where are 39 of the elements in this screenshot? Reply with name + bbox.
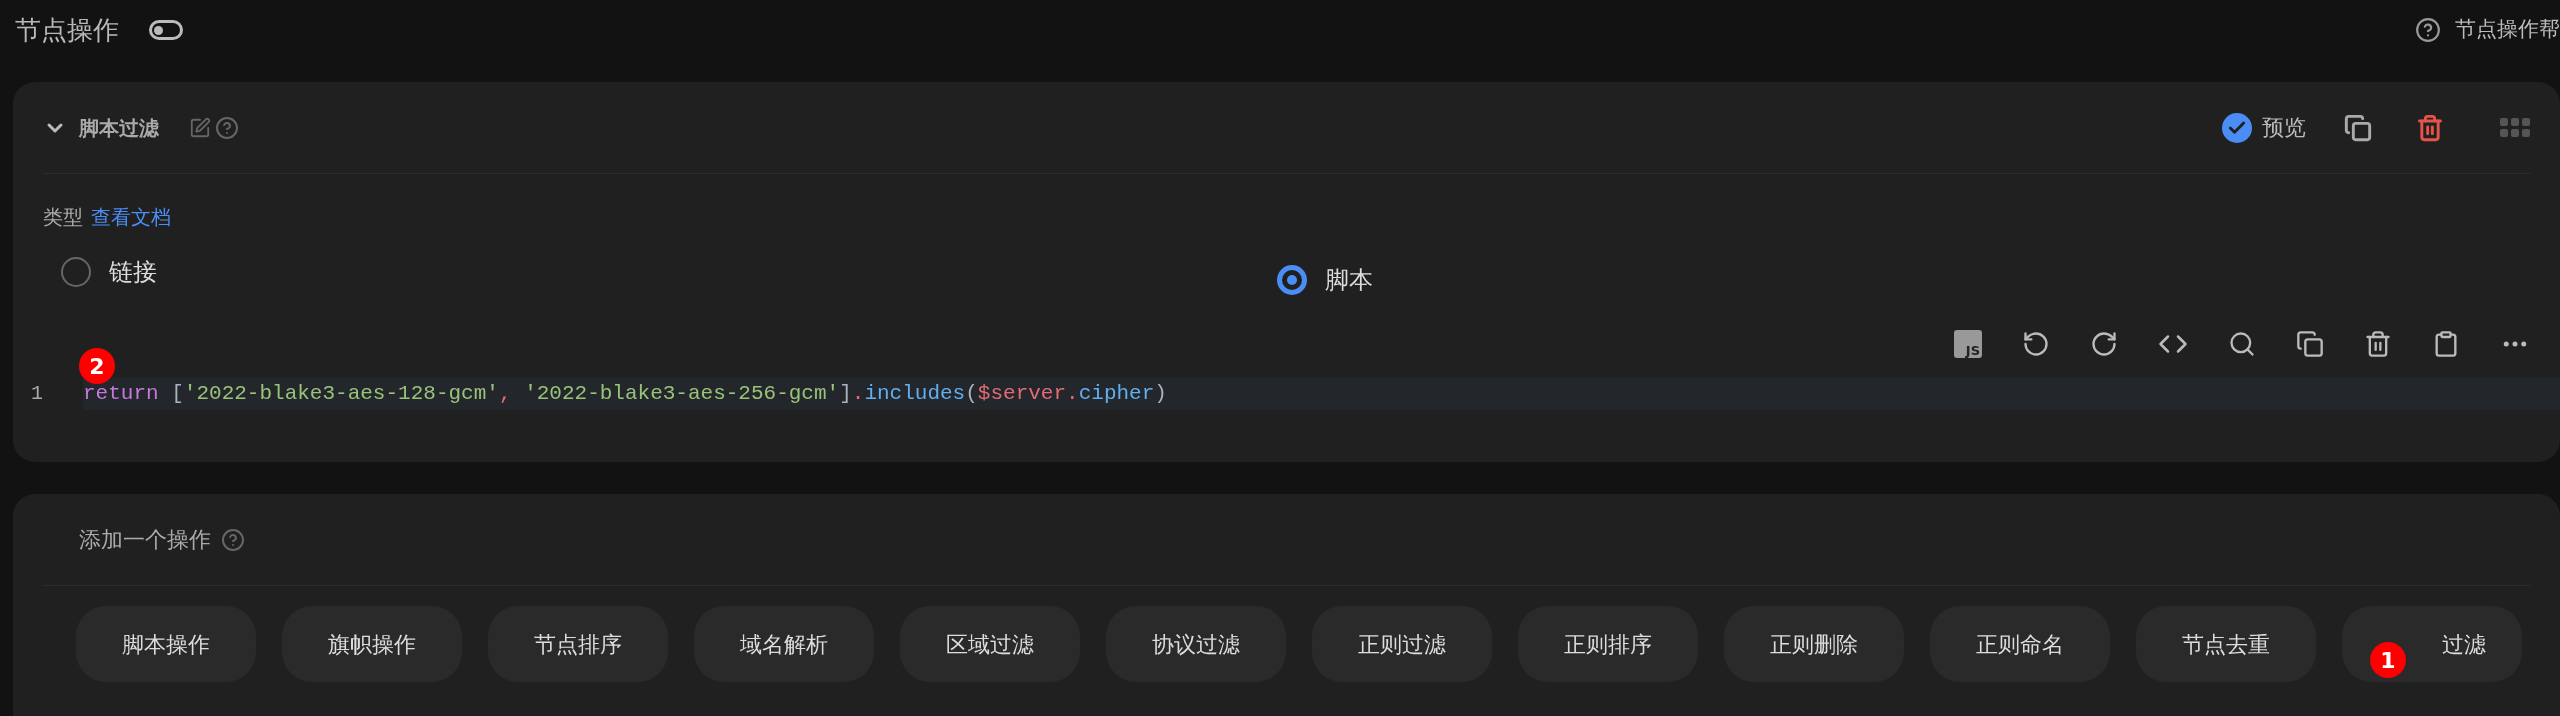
type-label: 类型 xyxy=(43,204,83,231)
undo-icon[interactable] xyxy=(2022,330,2050,358)
section-title: 添加一个操作 xyxy=(79,526,211,554)
operation-button[interactable]: 正则排序 xyxy=(1518,606,1698,682)
help-link[interactable]: 节点操作帮 xyxy=(2455,14,2560,46)
operation-button[interactable]: 节点去重 xyxy=(2136,606,2316,682)
annotation-badge: 2 xyxy=(79,348,115,384)
radio-button[interactable] xyxy=(61,257,91,287)
drag-handle-icon[interactable] xyxy=(2500,118,2530,137)
help-icon[interactable] xyxy=(2415,17,2441,43)
operation-button[interactable]: 脚本操作 xyxy=(76,606,256,682)
operation-button[interactable]: 正则删除 xyxy=(1724,606,1904,682)
delete-icon[interactable] xyxy=(2416,113,2444,142)
preview-checkbox[interactable] xyxy=(2222,112,2252,143)
radio-label: 脚本 xyxy=(1324,265,1373,296)
page-title: 节点操作 xyxy=(15,13,119,47)
operation-button[interactable]: 域名解析 xyxy=(694,606,874,682)
js-file-icon[interactable]: JS xyxy=(1954,330,1982,358)
help-icon[interactable] xyxy=(215,115,239,140)
operation-button[interactable]: 协议过滤 xyxy=(1106,606,1286,682)
operation-button[interactable]: 区域过滤 xyxy=(900,606,1080,682)
docs-link[interactable]: 查看文档 xyxy=(91,202,171,232)
operation-button[interactable]: 正则命名 xyxy=(1930,606,2110,682)
line-number: 1 xyxy=(30,381,44,407)
operation-button[interactable]: 旗帜操作 xyxy=(282,606,462,682)
preview-label: 预览 xyxy=(2262,114,2306,142)
operation-button[interactable]: 节点排序 xyxy=(488,606,668,682)
operation-title: 脚本过滤 xyxy=(79,114,159,142)
delete-icon[interactable] xyxy=(2364,330,2392,358)
copy-icon[interactable] xyxy=(2344,113,2372,142)
copy-icon[interactable] xyxy=(2296,330,2324,358)
radio-button[interactable] xyxy=(1276,265,1307,295)
radio-label: 链接 xyxy=(109,257,157,288)
help-icon[interactable] xyxy=(221,527,245,552)
redo-icon[interactable] xyxy=(2090,330,2118,358)
edit-icon[interactable] xyxy=(189,116,211,139)
operation-button[interactable]: 正则过滤 xyxy=(1312,606,1492,682)
search-icon[interactable] xyxy=(2228,330,2256,358)
toggle-icon[interactable] xyxy=(149,20,183,40)
